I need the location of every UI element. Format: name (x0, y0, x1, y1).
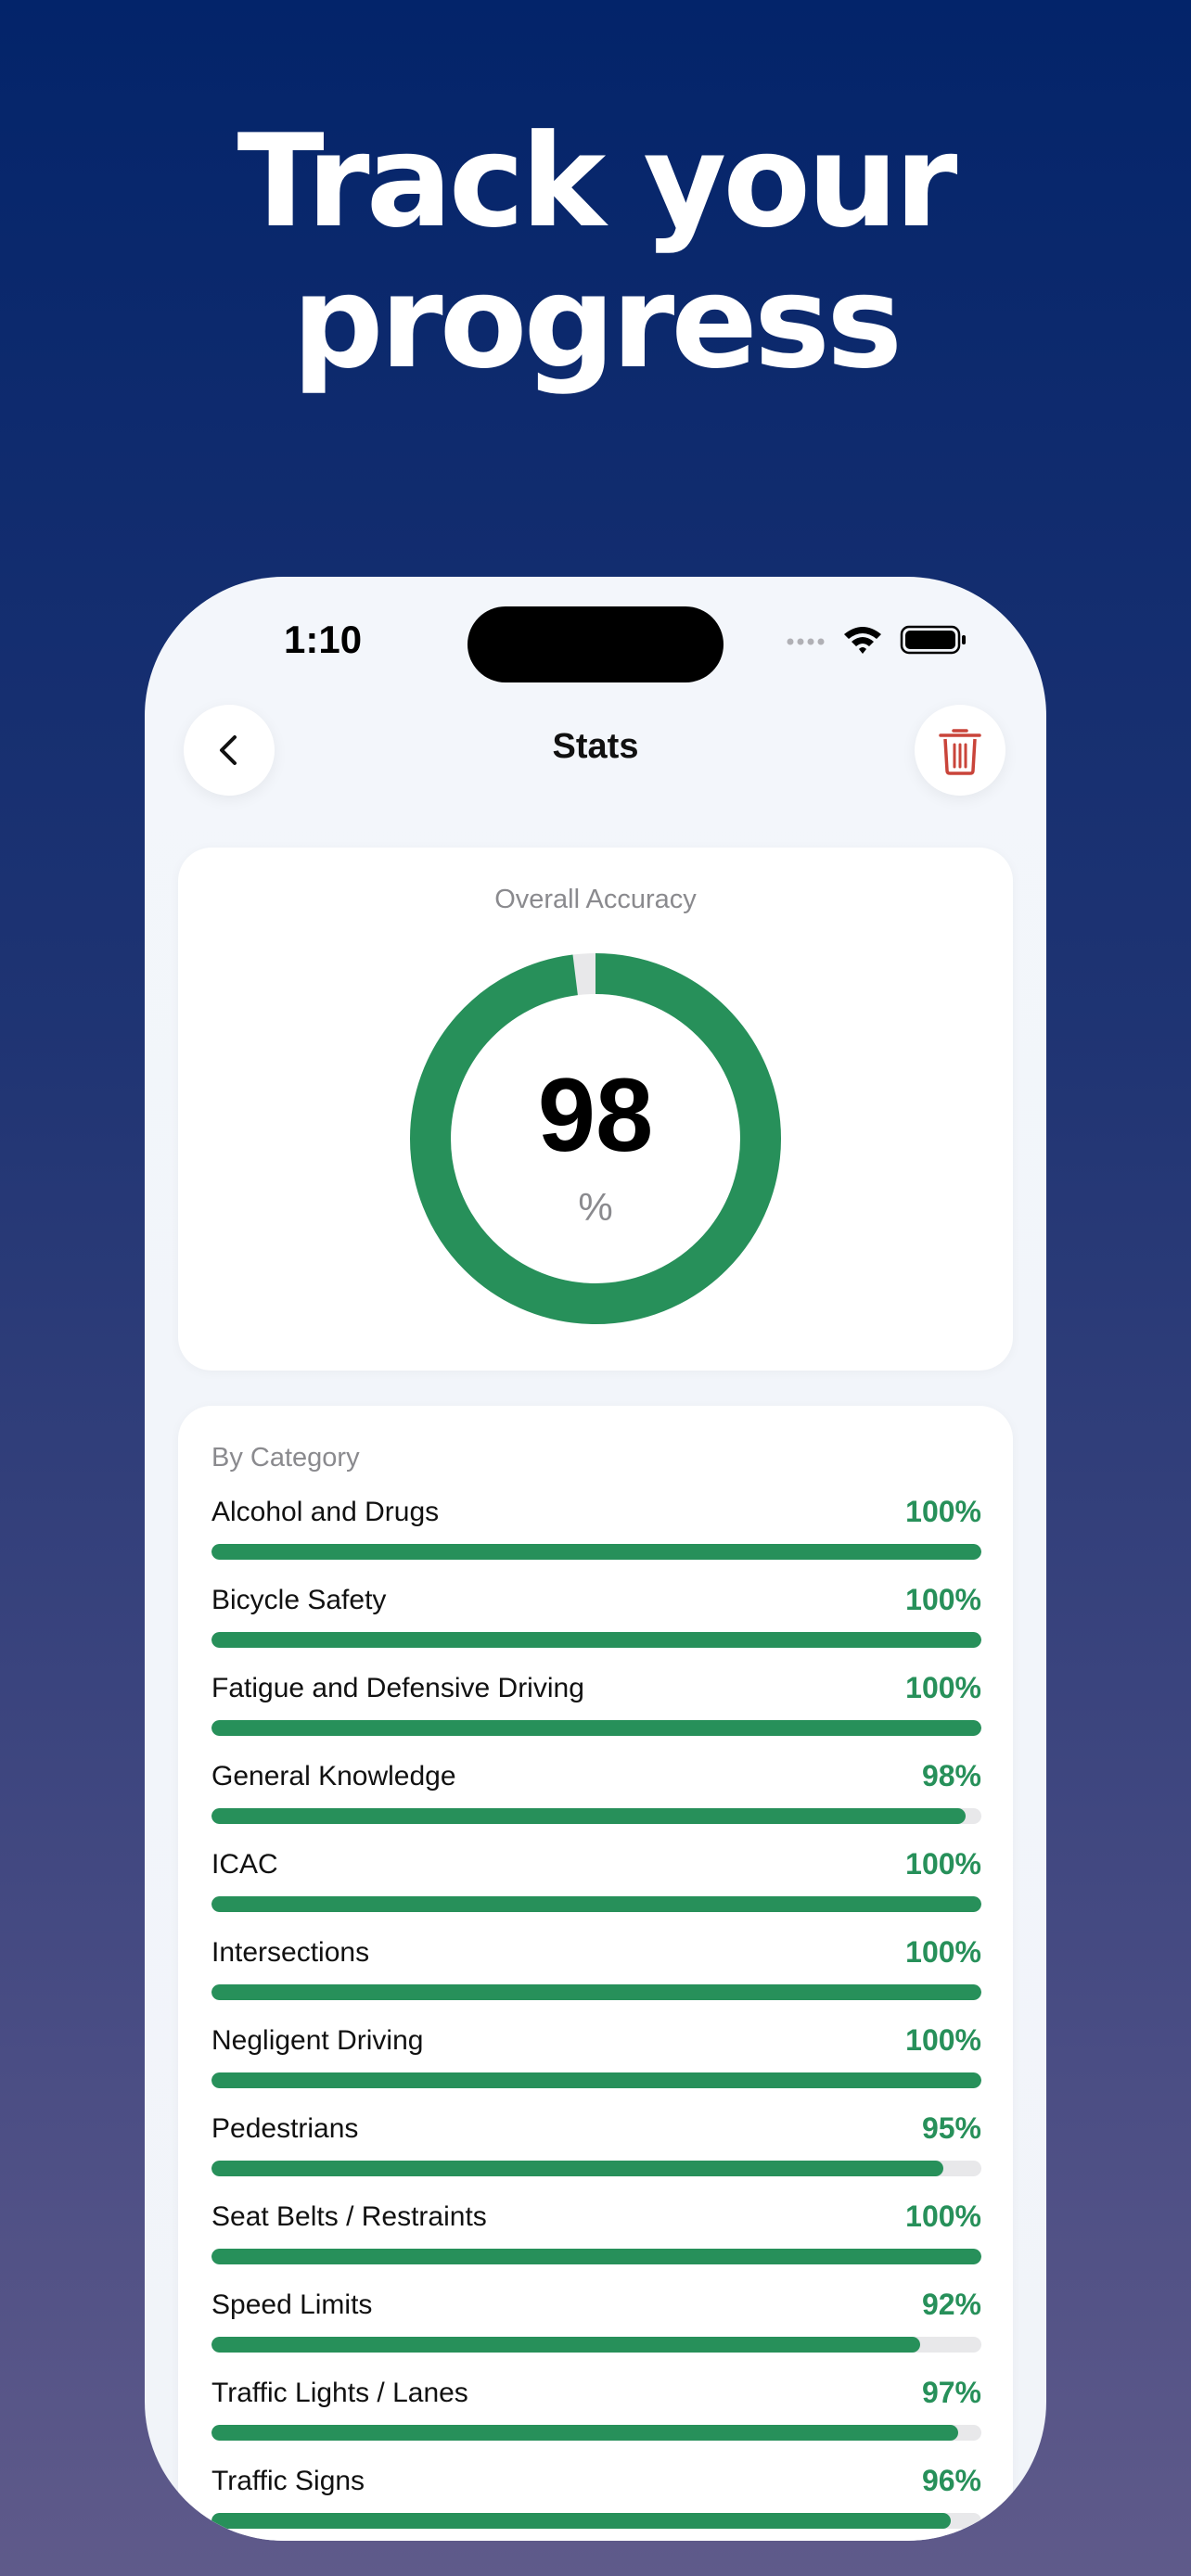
accuracy-value: 98 (537, 1057, 654, 1173)
accuracy-ring: 98 % (410, 953, 781, 1324)
category-row: General Knowledge 98% (211, 1757, 981, 1845)
category-name: Alcohol and Drugs (211, 1497, 440, 1527)
headline-line-1: Track your (237, 107, 958, 256)
progress-bar (211, 1984, 981, 2000)
progress-bar (211, 1544, 981, 1560)
category-row: Speed Limits 92% (211, 2286, 981, 2374)
progress-bar (211, 1632, 981, 1648)
category-row: Bicycle Safety 100% (211, 1581, 981, 1669)
category-row: Alcohol and Drugs 100% (211, 1493, 981, 1581)
battery-icon (900, 625, 966, 655)
phone-screen: 1:10 Stats Overall Accuracy 98 % By Cate… (145, 577, 1046, 2541)
overall-accuracy-card: Overall Accuracy 98 % (178, 848, 1013, 1371)
progress-bar-fill (211, 2249, 981, 2264)
progress-bar-fill (211, 1896, 981, 1912)
category-list: Alcohol and Drugs 100% Bicycle Safety 10… (211, 1493, 981, 2541)
progress-bar (211, 2249, 981, 2264)
progress-bar-fill (211, 2161, 943, 2176)
progress-bar (211, 1896, 981, 1912)
category-row: Negligent Driving 100% (211, 2021, 981, 2110)
progress-bar (211, 2513, 981, 2529)
delete-stats-button[interactable] (915, 705, 1005, 796)
category-percent: 100% (905, 2023, 981, 2057)
status-time: 1:10 (284, 618, 363, 661)
category-percent: 100% (905, 2200, 981, 2233)
category-name: Traffic Signs (211, 2466, 365, 2496)
signal-icon (787, 638, 825, 645)
progress-bar-fill (211, 1984, 981, 2000)
category-percent: 98% (921, 1759, 981, 1792)
progress-bar-fill (211, 1544, 981, 1560)
category-percent: 100% (905, 1495, 981, 1528)
progress-bar (211, 2161, 981, 2176)
category-percent: 100% (905, 1847, 981, 1881)
progress-bar-fill (211, 2513, 951, 2529)
wifi-icon (844, 627, 881, 654)
overall-accuracy-label: Overall Accuracy (494, 885, 697, 914)
category-percent: 100% (905, 1671, 981, 1704)
progress-bar (211, 2337, 981, 2353)
category-name: Pedestrians (211, 2113, 359, 2144)
progress-bar-fill (211, 1720, 981, 1736)
progress-bar-fill (211, 1632, 981, 1648)
category-row: Traffic Signs 96% (211, 2462, 981, 2541)
dynamic-island (467, 606, 724, 682)
progress-bar (211, 2072, 981, 2088)
category-name: Negligent Driving (211, 2025, 424, 2056)
category-name: Fatigue and Defensive Driving (211, 1673, 584, 1703)
category-row: Seat Belts / Restraints 100% (211, 2198, 981, 2286)
category-row: Intersections 100% (211, 1933, 981, 2021)
category-name: Speed Limits (211, 2289, 373, 2320)
by-category-label: By Category (211, 1443, 360, 1473)
category-percent: 95% (921, 2111, 981, 2145)
category-name: Seat Belts / Restraints (211, 2201, 487, 2232)
progress-bar-fill (211, 2337, 920, 2353)
category-name: Intersections (211, 1937, 370, 1968)
status-icons (787, 625, 966, 655)
category-percent: 92% (921, 2288, 981, 2321)
category-percent: 96% (921, 2464, 981, 2497)
accuracy-unit: % (578, 1185, 613, 1229)
progress-bar-fill (211, 1808, 967, 1824)
category-name: Bicycle Safety (211, 1585, 387, 1615)
category-percent: 100% (905, 1583, 981, 1616)
category-name: ICAC (211, 1849, 278, 1880)
progress-bar-fill (211, 2425, 959, 2441)
progress-bar (211, 1720, 981, 1736)
category-percent: 100% (905, 1935, 981, 1969)
category-name: General Knowledge (211, 1761, 456, 1792)
progress-bar-fill (211, 2072, 981, 2088)
category-row: ICAC 100% (211, 1845, 981, 1933)
headline: Track your progress (0, 111, 1191, 393)
category-row: Fatigue and Defensive Driving 100% (211, 1669, 981, 1757)
category-row: Pedestrians 95% (211, 2110, 981, 2198)
category-name: Traffic Lights / Lanes (211, 2378, 468, 2408)
progress-bar (211, 1808, 981, 1824)
page-title: Stats (552, 727, 639, 766)
trash-icon (939, 729, 981, 775)
category-row: Traffic Lights / Lanes 97% (211, 2374, 981, 2462)
category-percent: 97% (921, 2376, 981, 2409)
progress-bar (211, 2425, 981, 2441)
headline-line-2: progress (291, 248, 903, 397)
by-category-card: By Category Alcohol and Drugs 100% Bicyc… (178, 1406, 1013, 2541)
